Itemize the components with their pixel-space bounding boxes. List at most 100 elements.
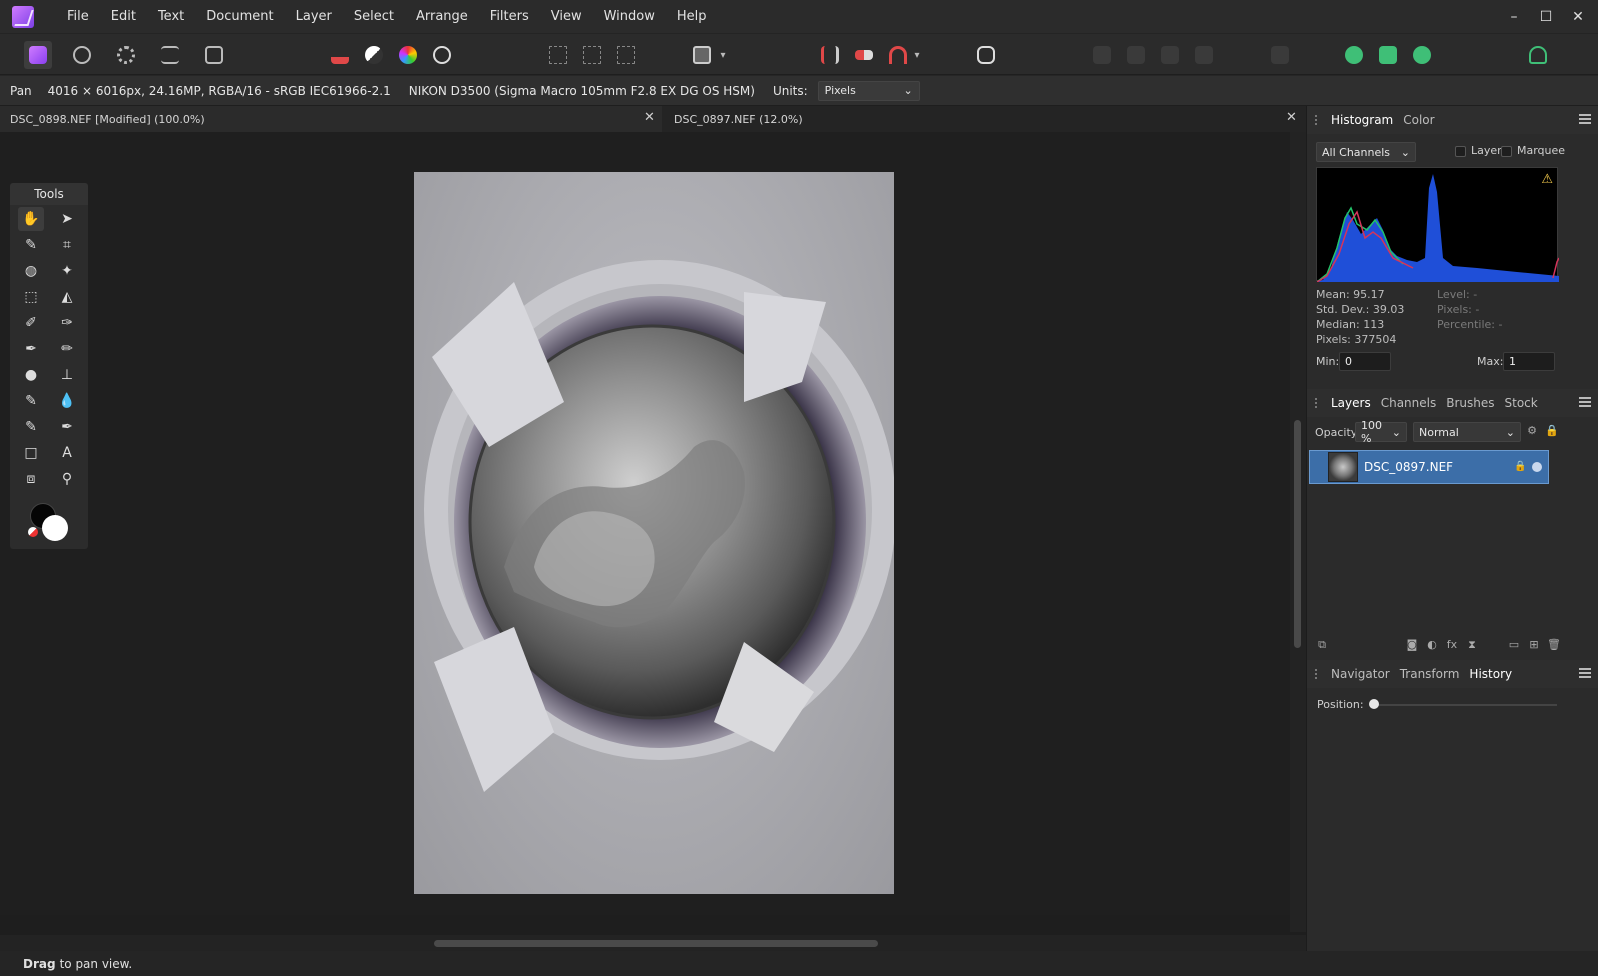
snapping-button[interactable] <box>816 41 844 69</box>
arrange-forward-button[interactable] <box>1156 41 1184 69</box>
layer-fx-stack-icon[interactable]: ⧉ <box>1315 638 1329 652</box>
arrange-back-button[interactable] <box>1088 41 1116 69</box>
live-filter-icon[interactable]: fx <box>1445 638 1459 652</box>
export-persona-button[interactable] <box>200 41 228 69</box>
layer-lock-icon[interactable]: 🔒 <box>1514 461 1526 472</box>
alignment-button[interactable] <box>1266 41 1294 69</box>
tab-color[interactable]: Color <box>1403 113 1434 127</box>
flood-fill-tool[interactable]: ◭ <box>54 285 80 309</box>
rectangle-tool[interactable]: □ <box>18 441 44 465</box>
auto-white-balance-button[interactable] <box>428 41 456 69</box>
menu-edit[interactable]: Edit <box>100 0 147 33</box>
account-button[interactable] <box>1524 41 1552 69</box>
menu-view[interactable]: View <box>540 0 593 33</box>
auto-colors-button[interactable] <box>394 41 422 69</box>
arrange-front-button[interactable] <box>1190 41 1218 69</box>
boolean-intersect-button[interactable] <box>1408 41 1436 69</box>
mesh-warp-tool[interactable]: ⧈ <box>18 467 44 491</box>
mask-layer-icon[interactable]: ◙ <box>1405 638 1419 652</box>
delete-layer-icon[interactable]: 🗑 <box>1547 638 1561 652</box>
clone-brush-tool[interactable]: ⊥ <box>54 363 80 387</box>
move-tool[interactable]: ➤ <box>54 207 80 231</box>
quick-mask-dropdown[interactable]: ▾ <box>716 41 730 69</box>
panel-menu-icon[interactable] <box>1579 397 1591 407</box>
channel-select[interactable]: All Channels ⌄ <box>1316 142 1416 162</box>
menu-text[interactable]: Text <box>147 0 195 33</box>
secondary-color-swatch[interactable] <box>42 515 68 541</box>
hand-tool[interactable]: ✋ <box>18 207 44 231</box>
horizontal-scroll-thumb[interactable] <box>434 940 878 947</box>
layer-visibility-icon[interactable] <box>1532 462 1542 472</box>
tone-mapping-persona-button[interactable] <box>156 41 184 69</box>
reset-colors-icon[interactable] <box>28 527 38 537</box>
minimize-button[interactable]: – <box>1498 9 1530 25</box>
min-input[interactable]: 0 <box>1339 352 1391 371</box>
document-image[interactable] <box>414 172 894 894</box>
blend-mode-select[interactable]: Normal ⌄ <box>1413 422 1521 442</box>
assistant-button[interactable] <box>972 41 1000 69</box>
selection-mode-intersect-button[interactable] <box>612 41 640 69</box>
layer-checkbox[interactable] <box>1455 146 1466 157</box>
marquee-tool[interactable]: ⬚ <box>18 285 44 309</box>
tab-dsc-0897[interactable]: DSC_0897.NEF (12.0%) ✕ <box>662 106 1306 132</box>
history-slider-knob[interactable] <box>1369 699 1379 709</box>
menu-help[interactable]: Help <box>666 0 718 33</box>
auto-contrast-button[interactable] <box>360 41 388 69</box>
quick-mask-button[interactable] <box>688 41 716 69</box>
tab-layers[interactable]: Layers <box>1331 396 1371 410</box>
red-eye-tool[interactable]: ✎ <box>18 415 44 439</box>
selection-mode-subtract-button[interactable] <box>578 41 606 69</box>
sharpen-brush-tool[interactable]: 💧 <box>54 389 80 413</box>
panel-menu-icon[interactable] <box>1579 114 1591 124</box>
panel-menu-icon[interactable] <box>1579 668 1591 678</box>
eraser-tool[interactable]: ✏ <box>54 337 80 361</box>
history-position-slider[interactable] <box>1373 704 1557 706</box>
tab-stock[interactable]: Stock <box>1505 396 1538 410</box>
tab-navigator[interactable]: Navigator <box>1331 667 1390 681</box>
menu-select[interactable]: Select <box>343 0 405 33</box>
boolean-add-button[interactable] <box>1340 41 1368 69</box>
inpainting-brush-tool[interactable]: ✎ <box>18 389 44 413</box>
selection-brush-tool[interactable]: ◍ <box>18 259 44 283</box>
menu-file[interactable]: File <box>56 0 100 33</box>
add-layer-icon[interactable]: ⊞ <box>1527 638 1541 652</box>
layer-settings-gear-icon[interactable]: ⚙ <box>1525 424 1539 438</box>
tab-histogram[interactable]: Histogram <box>1331 113 1393 127</box>
opacity-select[interactable]: 100 % ⌄ <box>1355 419 1407 445</box>
pixel-layer-icon[interactable]: ⧗ <box>1465 638 1479 652</box>
paint-brush-tool[interactable]: ✐ <box>18 311 44 335</box>
snap-to-pixel-button[interactable] <box>850 41 878 69</box>
marquee-checkbox[interactable] <box>1501 146 1512 157</box>
tab-dsc-0898[interactable]: DSC_0898.NEF [Modified] (100.0%) ✕ <box>0 106 662 132</box>
pen-tool[interactable]: ✒ <box>54 415 80 439</box>
menu-window[interactable]: Window <box>593 0 666 33</box>
vertical-scroll-thumb[interactable] <box>1294 420 1301 648</box>
crop-tool[interactable]: ⌗ <box>54 233 80 257</box>
magic-wand-tool[interactable]: ✦ <box>54 259 80 283</box>
color-picker-tool[interactable]: ✎ <box>18 233 44 257</box>
lock-icon[interactable]: 🔒 <box>1545 424 1559 438</box>
liquify-persona-button[interactable] <box>68 41 96 69</box>
boolean-subtract-button[interactable] <box>1374 41 1402 69</box>
text-tool[interactable]: A <box>54 441 80 465</box>
menu-layer[interactable]: Layer <box>285 0 343 33</box>
menu-filters[interactable]: Filters <box>479 0 540 33</box>
group-layers-icon[interactable]: ▭ <box>1507 638 1521 652</box>
tab-history[interactable]: History <box>1469 667 1512 681</box>
menu-arrange[interactable]: Arrange <box>405 0 479 33</box>
zoom-tool[interactable]: ⚲ <box>54 467 80 491</box>
levels-button[interactable] <box>326 41 354 69</box>
tab-transform[interactable]: Transform <box>1400 667 1460 681</box>
erase-brush-tool[interactable]: ✑ <box>54 311 80 335</box>
tab-brushes[interactable]: Brushes <box>1446 396 1494 410</box>
dodge-brush-tool[interactable]: ✒ <box>18 337 44 361</box>
maximize-button[interactable]: ☐ <box>1530 9 1562 25</box>
tab-channels[interactable]: Channels <box>1381 396 1437 410</box>
snapping-dropdown[interactable]: ▾ <box>910 41 924 69</box>
close-window-button[interactable]: ✕ <box>1562 9 1594 25</box>
arrange-backward-button[interactable] <box>1122 41 1150 69</box>
max-input[interactable]: 1 <box>1503 352 1555 371</box>
close-tab-icon[interactable]: ✕ <box>644 110 655 125</box>
menu-document[interactable]: Document <box>195 0 284 33</box>
selection-mode-new-button[interactable] <box>544 41 572 69</box>
